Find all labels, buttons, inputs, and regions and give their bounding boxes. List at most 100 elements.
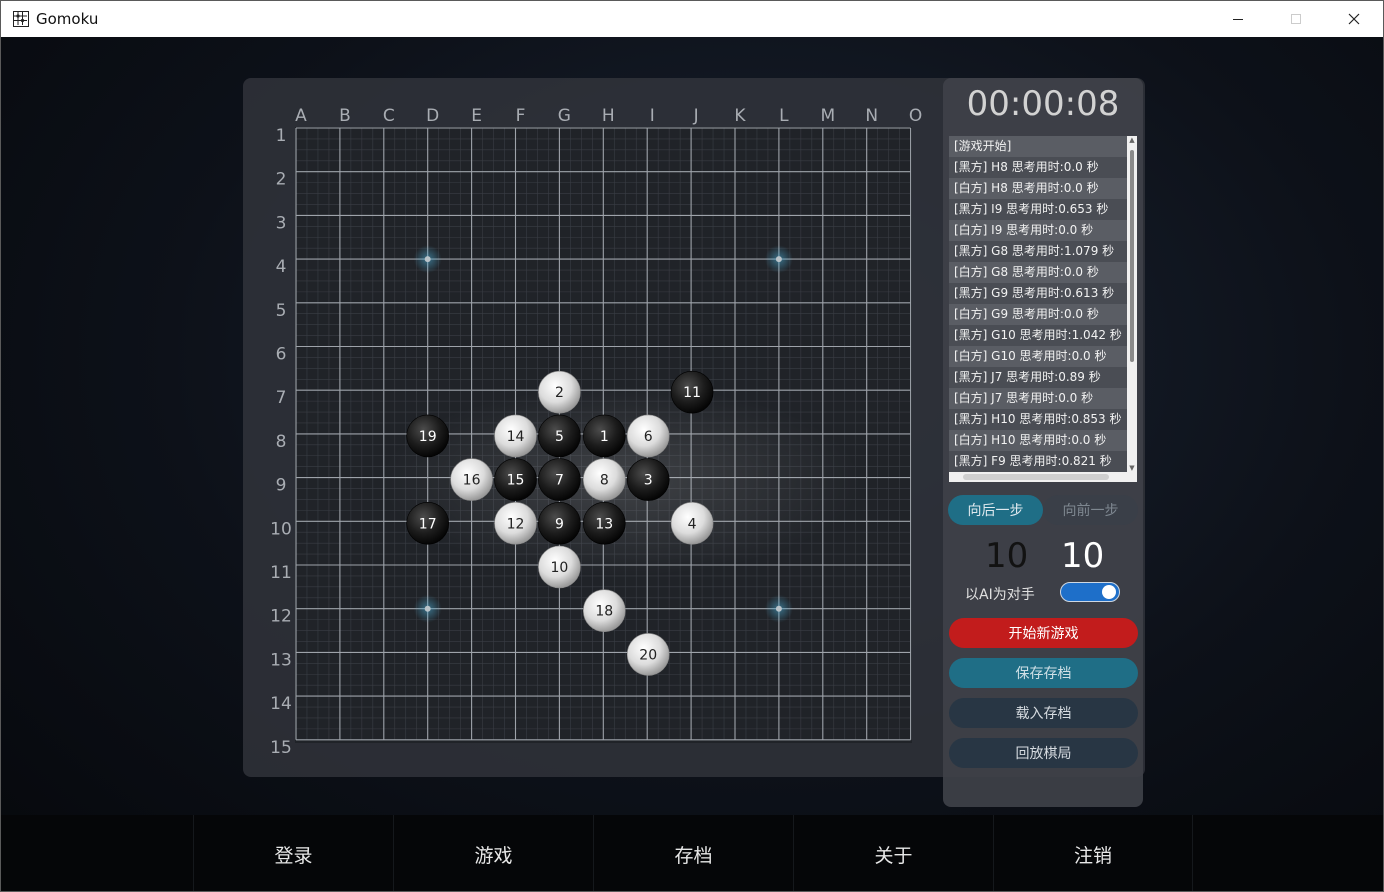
stone-number: 7 xyxy=(555,473,564,489)
column-label: F xyxy=(516,106,526,126)
row-label: 13 xyxy=(270,650,292,670)
black-stone: 5 xyxy=(538,414,581,458)
move-list-item[interactable]: [黑方] F9 思考用时:0.821 秒 xyxy=(949,451,1127,472)
nav-login[interactable]: 登录 xyxy=(193,815,393,891)
white-score: 10 xyxy=(1061,536,1105,576)
load-game-button[interactable]: 载入存档 xyxy=(949,698,1138,728)
column-label: D xyxy=(426,106,439,126)
black-stone: 15 xyxy=(494,458,537,501)
stone-number: 10 xyxy=(550,560,568,576)
bottom-nav: 登录 游戏 存档 关于 注销 xyxy=(1,815,1383,891)
black-stone: 19 xyxy=(406,414,450,458)
white-stone: 18 xyxy=(582,589,626,633)
move-list-horizontal-scrollbar[interactable] xyxy=(949,472,1137,482)
black-score: 10 xyxy=(985,536,1029,576)
move-list-item[interactable]: [白方] H10 思考用时:0.0 秒 xyxy=(949,430,1127,451)
stone-number: 14 xyxy=(507,429,525,445)
ai-opponent-toggle[interactable] xyxy=(1060,582,1120,602)
white-stone: 14 xyxy=(494,414,537,458)
scrollbar-thumb[interactable] xyxy=(963,474,1109,480)
stone-number: 19 xyxy=(419,429,437,445)
move-list-item[interactable]: [白方] G8 思考用时:0.0 秒 xyxy=(949,262,1127,283)
white-stone: 2 xyxy=(538,370,581,414)
nav-archive[interactable]: 存档 xyxy=(593,815,793,891)
toggle-knob xyxy=(1102,585,1116,599)
move-list-item[interactable]: [白方] I9 思考用时:0.0 秒 xyxy=(949,220,1127,241)
move-list-item[interactable]: [黑方] J7 思考用时:0.89 秒 xyxy=(949,367,1127,388)
column-label: E xyxy=(471,106,482,126)
white-stone: 6 xyxy=(626,414,670,458)
row-label: 1 xyxy=(276,126,287,146)
star-point xyxy=(764,245,793,274)
column-label: A xyxy=(295,106,307,126)
row-label: 7 xyxy=(276,388,287,408)
gomoku-board[interactable]: ABCDEFGHIJKLMNO 123456789101112131415 12… xyxy=(1,1,1384,892)
row-label: 14 xyxy=(270,694,292,714)
move-list-item[interactable]: [白方] G10 思考用时:0.0 秒 xyxy=(949,346,1127,367)
black-stone: 7 xyxy=(538,458,581,501)
white-stone: 20 xyxy=(626,633,670,676)
stone-number: 2 xyxy=(555,385,564,401)
column-label: G xyxy=(558,106,571,126)
white-stone: 16 xyxy=(450,458,493,501)
row-label: 8 xyxy=(276,432,287,452)
row-label: 10 xyxy=(270,519,292,539)
stone-number: 3 xyxy=(644,473,653,489)
move-list-item[interactable]: [白方] H8 思考用时:0.0 秒 xyxy=(949,178,1127,199)
stone-number: 6 xyxy=(644,429,653,445)
star-point xyxy=(764,594,793,623)
row-label: 12 xyxy=(270,607,292,627)
move-list-item[interactable]: [黑方] G9 思考用时:0.613 秒 xyxy=(949,283,1127,304)
move-list-item[interactable]: [黑方] G10 思考用时:1.042 秒 xyxy=(949,325,1127,346)
row-label: 3 xyxy=(276,213,287,233)
stone-number: 4 xyxy=(688,516,697,532)
column-label: B xyxy=(339,106,351,126)
save-game-button[interactable]: 保存存档 xyxy=(949,658,1138,688)
white-stone: 8 xyxy=(582,458,626,501)
stone-number: 15 xyxy=(507,473,525,489)
side-panel: 00:00:08 [游戏开始] [黑方] H8 思考用时:0.0 秒 [白方] H8… xyxy=(943,78,1143,807)
game-timer: 00:00:08 xyxy=(966,84,1120,124)
white-stone: 4 xyxy=(670,501,714,545)
move-list-vertical-scrollbar[interactable]: ▲ ▼ xyxy=(1127,136,1137,472)
column-label: K xyxy=(734,106,746,126)
stone-number: 9 xyxy=(555,516,564,532)
move-list-item[interactable]: [黑方] I9 思考用时:0.653 秒 xyxy=(949,199,1127,220)
black-stone: 9 xyxy=(538,501,581,545)
nav-about[interactable]: 关于 xyxy=(793,815,993,891)
black-stone: 13 xyxy=(582,501,626,545)
new-game-button[interactable]: 开始新游戏 xyxy=(949,618,1138,648)
move-list-item[interactable]: [黑方] H10 思考用时:0.853 秒 xyxy=(949,409,1127,430)
move-history-list[interactable]: [游戏开始] [黑方] H8 思考用时:0.0 秒 [白方] H8 思考用时:0.0… xyxy=(949,136,1137,482)
scroll-down-icon[interactable]: ▼ xyxy=(1127,464,1137,472)
white-stone: 10 xyxy=(538,545,581,589)
row-label: 4 xyxy=(276,257,287,277)
column-label: N xyxy=(865,106,878,126)
row-label: 9 xyxy=(276,476,287,496)
column-label: J xyxy=(693,106,699,126)
row-label: 6 xyxy=(276,345,287,365)
step-forward-button[interactable]: 向前一步 xyxy=(1043,495,1138,525)
nav-game[interactable]: 游戏 xyxy=(393,815,593,891)
move-list-item[interactable]: [黑方] G8 思考用时:1.079 秒 xyxy=(949,241,1127,262)
nav-logout[interactable]: 注销 xyxy=(993,815,1193,891)
scroll-up-icon[interactable]: ▲ xyxy=(1127,136,1137,144)
move-list-item[interactable]: [黑方] H8 思考用时:0.0 秒 xyxy=(949,157,1127,178)
row-label: 15 xyxy=(270,738,292,758)
stone-number: 17 xyxy=(419,516,437,532)
move-list-item[interactable]: [白方] G9 思考用时:0.0 秒 xyxy=(949,304,1127,325)
ai-opponent-label: 以AI为对手 xyxy=(965,587,1035,603)
column-label: M xyxy=(820,106,835,126)
star-point xyxy=(413,245,442,274)
step-back-button[interactable]: 向后一步 xyxy=(948,495,1043,525)
stone-number: 12 xyxy=(507,516,525,532)
row-label: 11 xyxy=(270,563,292,583)
scrollbar-thumb[interactable] xyxy=(1130,150,1134,362)
replay-game-button[interactable]: 回放棋局 xyxy=(949,738,1138,768)
stone-number: 20 xyxy=(639,647,657,663)
stone-number: 16 xyxy=(463,473,481,489)
move-list-item[interactable]: [游戏开始] xyxy=(949,136,1127,157)
move-list-item[interactable]: [白方] J7 思考用时:0.0 秒 xyxy=(949,388,1127,409)
stone-number: 11 xyxy=(683,385,701,401)
column-label: O xyxy=(909,106,922,126)
